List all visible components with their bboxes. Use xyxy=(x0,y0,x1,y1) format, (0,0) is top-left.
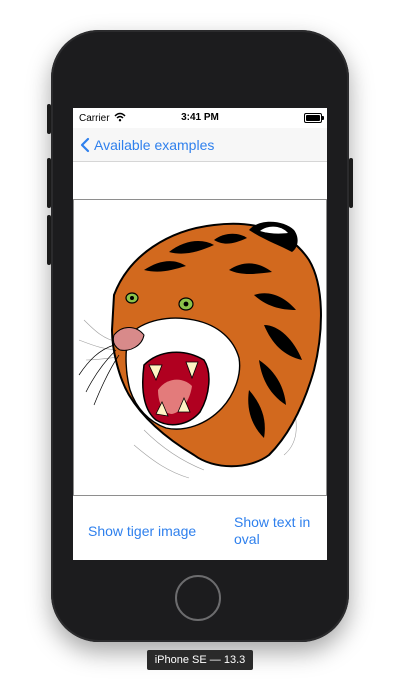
battery-icon xyxy=(304,113,324,123)
show-text-in-oval-button[interactable]: Show text in oval xyxy=(234,514,324,548)
navigation-bar: Available examples xyxy=(73,128,327,162)
home-button[interactable] xyxy=(175,575,221,621)
device-label: iPhone SE — 13.3 xyxy=(147,650,253,670)
mute-switch xyxy=(47,104,51,134)
tiger-image xyxy=(73,199,327,496)
back-button[interactable]: Available examples xyxy=(79,135,214,155)
clock: 3:41 PM xyxy=(181,112,219,123)
power-button xyxy=(349,158,353,208)
volume-up-button xyxy=(47,158,51,208)
show-tiger-image-button[interactable]: Show tiger image xyxy=(88,523,196,540)
back-button-label: Available examples xyxy=(94,137,215,153)
status-bar: Carrier 3:41 PM xyxy=(73,108,327,128)
screen: Carrier 3:41 PM Available examples Show … xyxy=(73,108,327,560)
volume-down-button xyxy=(47,215,51,265)
chevron-left-icon xyxy=(80,137,90,153)
